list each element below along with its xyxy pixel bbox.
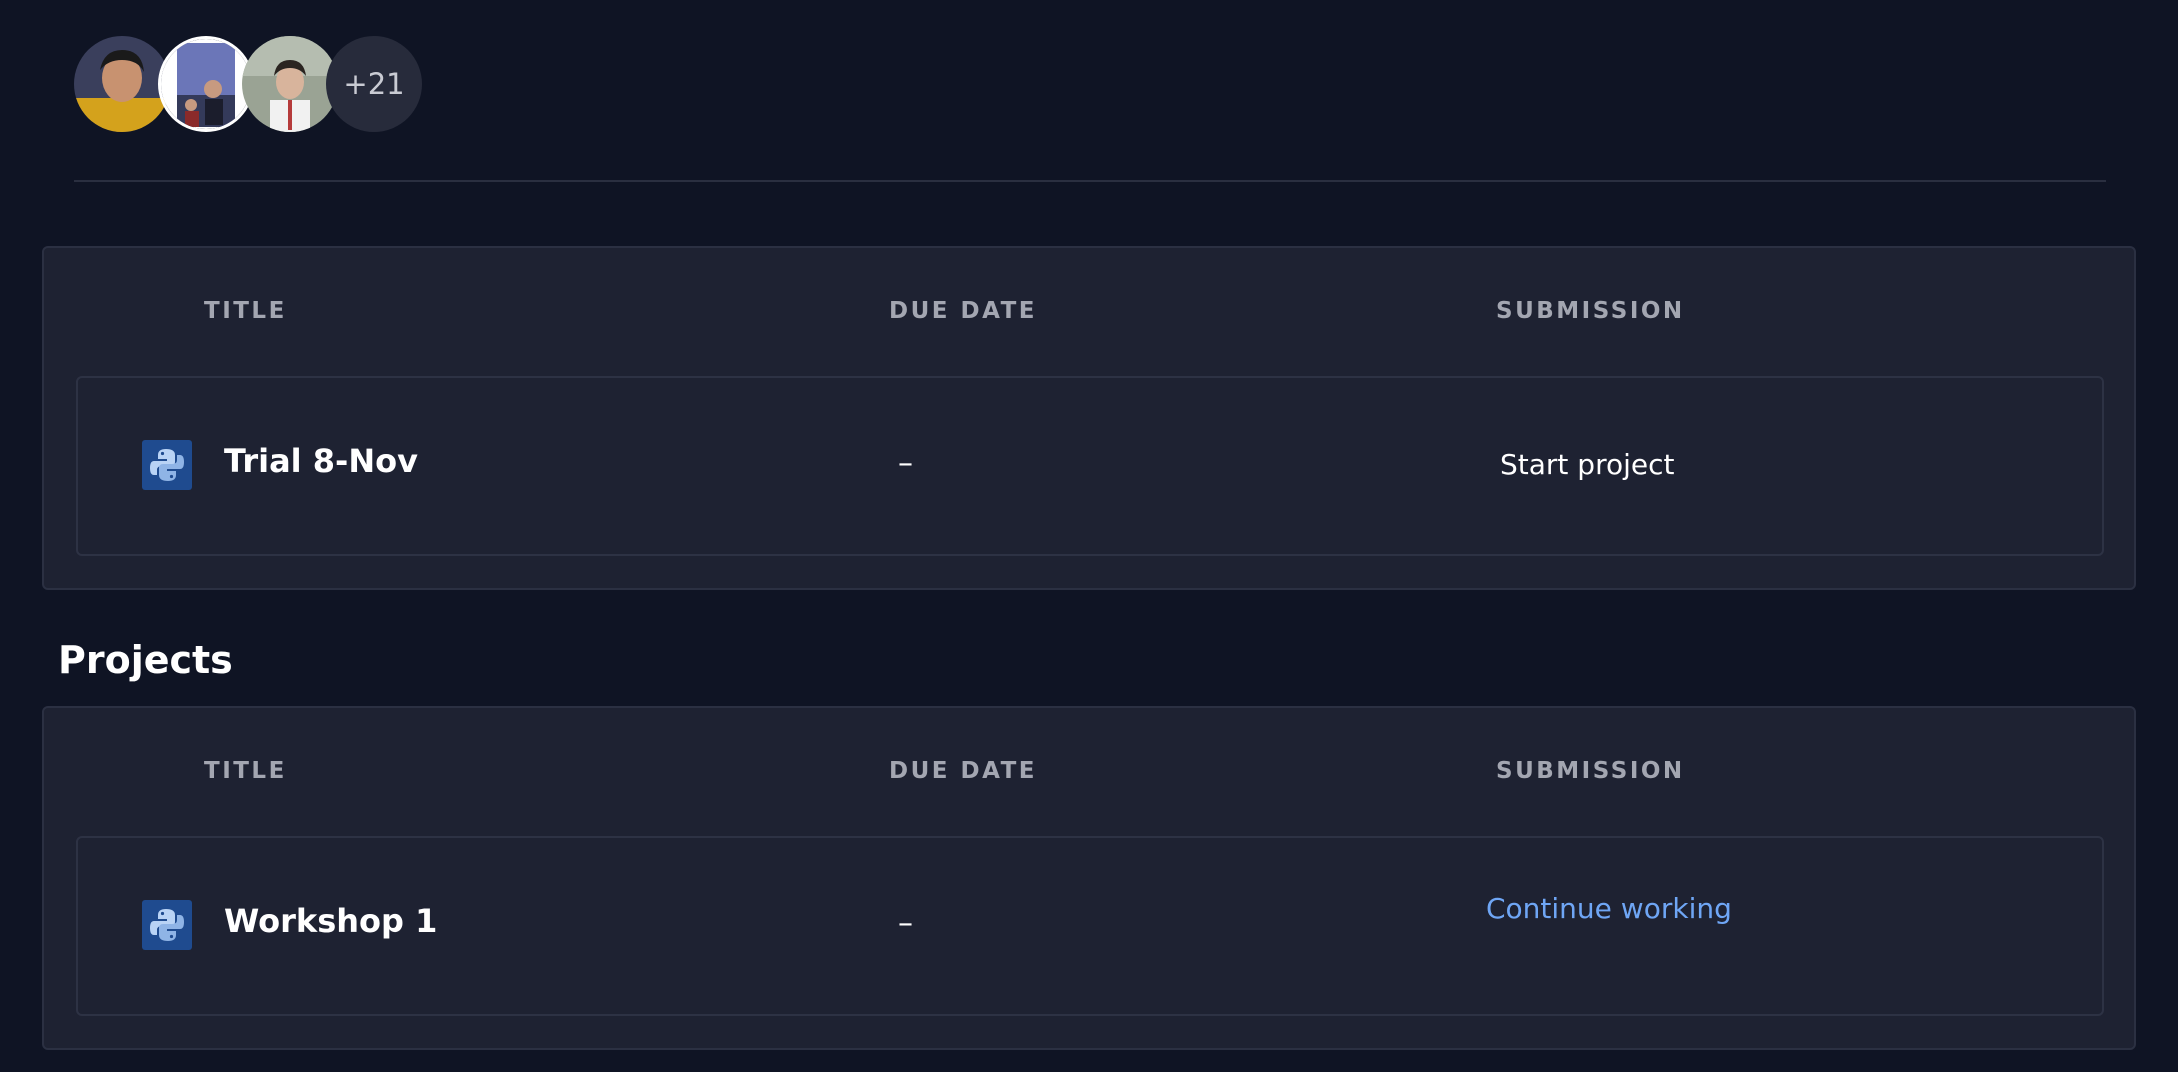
row-due-date: – [898, 906, 913, 941]
more-members-badge[interactable]: +21 [326, 36, 422, 132]
column-header-due-date: DUE DATE [889, 298, 1037, 324]
more-members-count: +21 [343, 67, 405, 101]
avatar[interactable] [158, 36, 254, 132]
column-header-submission: SUBMISSION [1496, 298, 1685, 324]
column-header-submission: SUBMISSION [1496, 758, 1685, 784]
python-icon [142, 440, 192, 490]
table-row[interactable]: Workshop 1 – Continue working [76, 836, 2104, 1016]
column-header-due-date: DUE DATE [889, 758, 1037, 784]
row-title[interactable]: Workshop 1 [224, 902, 437, 940]
python-icon [142, 900, 192, 950]
start-project-button[interactable]: Start project [1500, 448, 1674, 481]
table-row[interactable]: Trial 8-Nov – Start project [76, 376, 2104, 556]
divider [74, 180, 2106, 182]
column-header-title: TITLE [204, 298, 287, 324]
row-title[interactable]: Trial 8-Nov [224, 442, 418, 480]
column-header-title: TITLE [204, 758, 287, 784]
assignments-table: TITLE DUE DATE SUBMISSION Trial 8-Nov – … [42, 246, 2136, 590]
section-title-projects: Projects [58, 638, 233, 682]
avatar[interactable] [74, 36, 170, 132]
avatar[interactable] [242, 36, 338, 132]
continue-working-link[interactable]: Continue working [1486, 892, 1732, 925]
page: +21 TITLE DUE DATE SUBMISSION Trial 8-No… [0, 0, 2178, 1072]
row-due-date: – [898, 446, 913, 481]
projects-table: TITLE DUE DATE SUBMISSION Workshop 1 – C… [42, 706, 2136, 1050]
